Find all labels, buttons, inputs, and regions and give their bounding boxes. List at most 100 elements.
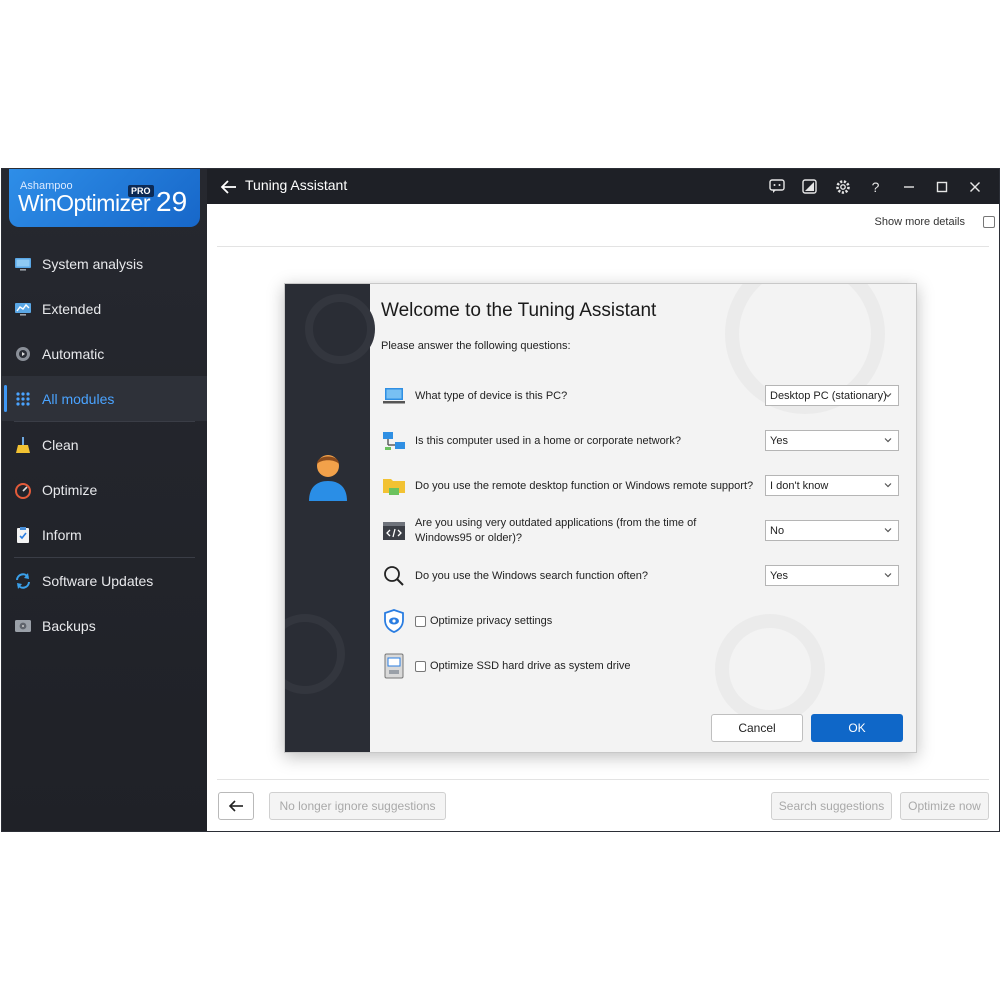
show-details-checkbox[interactable] [983,216,995,228]
sidebar: Ashampoo WinOptimizer PRO 29 System anal… [2,169,207,831]
search-function-select[interactable]: Yes [765,565,899,586]
select-value: Yes [770,569,788,582]
check-row: Optimize privacy settings [381,604,901,638]
code-window-icon [381,518,407,544]
question-row: Is this computer used in a home or corpo… [381,424,901,458]
dialog-side-panel [285,284,375,752]
ssd-checkbox-row[interactable]: Optimize SSD hard drive as system drive [415,649,755,683]
ssd-icon [381,653,407,679]
sidebar-item-label: Extended [42,300,102,317]
select-value: No [770,524,785,537]
cancel-button[interactable]: Cancel [711,714,803,742]
monitor-icon [14,255,32,273]
ssd-checkbox[interactable] [415,660,426,672]
speedometer-icon [14,481,32,499]
sidebar-nav: System analysis Extended Automatic All m… [2,241,207,648]
select-value: I don't know [770,479,829,492]
check-row: Optimize SSD hard drive as system drive [381,649,901,683]
clipboard-check-icon [14,526,32,544]
show-details-label: Show more details [874,216,966,228]
search-icon [381,563,407,589]
tuning-assistant-dialog: Welcome to the Tuning Assistant Please a… [284,283,917,753]
feedback-icon[interactable] [760,169,793,204]
chevron-down-icon [884,573,892,578]
skin-icon[interactable] [793,169,826,204]
privacy-shield-icon [381,608,407,634]
sidebar-item-system-analysis[interactable]: System analysis [2,241,207,286]
settings-gear-icon[interactable] [826,169,859,204]
chevron-down-icon [884,528,892,533]
sidebar-item-label: Inform [42,526,82,543]
maximize-icon[interactable] [925,169,958,204]
title-bar-controls: ? [760,169,991,204]
ok-button[interactable]: OK [811,714,903,742]
refresh-icon [14,572,32,590]
question-row: What type of device is this PC? Desktop … [381,379,901,413]
dialog-title: Welcome to the Tuning Assistant [381,300,657,321]
background-gear [305,294,375,364]
logo-version: 29 [156,186,188,217]
sidebar-item-label: Automatic [42,345,105,362]
sidebar-item-label: Software Updates [42,572,154,589]
sidebar-item-optimize[interactable]: Optimize [2,467,207,512]
show-details-toggle[interactable]: Show more details [874,216,995,228]
sidebar-item-label: All modules [42,390,115,407]
device-type-select[interactable]: Desktop PC (stationary) [765,385,899,406]
back-arrow-icon[interactable] [219,177,239,197]
grid-dots-icon [14,390,32,408]
sidebar-item-label: Backups [42,617,96,634]
sidebar-item-inform[interactable]: Inform [2,512,207,557]
broom-icon [14,436,32,454]
question-row: Are you using very outdated applications… [381,514,901,548]
logo-pro-badge: PRO [128,185,154,197]
chevron-down-icon [884,393,892,398]
privacy-checkbox-row[interactable]: Optimize privacy settings [415,604,755,638]
outdated-apps-select[interactable]: No [765,520,899,541]
chart-monitor-icon [14,300,32,318]
question-text: What type of device is this PC? [415,389,568,402]
network-icon [381,428,407,454]
sidebar-item-software-updates[interactable]: Software Updates [2,558,207,603]
sidebar-item-extended[interactable]: Extended [2,286,207,331]
sidebar-item-label: System analysis [42,255,144,272]
remote-desktop-select[interactable]: I don't know [765,475,899,496]
chevron-down-icon [884,483,892,488]
app-logo[interactable]: Ashampoo WinOptimizer PRO 29 [9,169,200,227]
help-icon[interactable]: ? [859,169,892,204]
checkbox-label: Optimize privacy settings [430,614,553,627]
footer-back-button[interactable] [218,792,254,820]
privacy-checkbox[interactable] [415,615,426,627]
laptop-icon [381,383,407,409]
checkbox-label: Optimize SSD hard drive as system drive [430,659,631,672]
user-avatar-icon [305,449,351,506]
page-title: Tuning Assistant [245,177,348,193]
question-text: Do you use the Windows search function o… [415,569,648,582]
question-row: Do you use the remote desktop function o… [381,469,901,503]
chevron-down-icon [884,438,892,443]
sidebar-item-label: Optimize [42,481,98,498]
divider [217,246,989,247]
title-bar: Tuning Assistant ? [207,169,999,204]
drive-icon [14,617,32,635]
gear-play-icon [14,345,32,363]
optimize-now-button[interactable]: Optimize now [900,792,989,820]
select-value: Desktop PC (stationary) [770,389,887,402]
divider [217,779,989,780]
minimize-icon[interactable] [892,169,925,204]
sidebar-item-all-modules[interactable]: All modules [2,376,207,421]
sidebar-item-automatic[interactable]: Automatic [2,331,207,376]
sidebar-item-backups[interactable]: Backups [2,603,207,648]
select-value: Yes [770,434,788,447]
background-gear [285,614,345,694]
question-text: Are you using very outdated applications… [415,517,697,544]
sidebar-item-clean[interactable]: Clean [2,422,207,467]
question-text: Do you use the remote desktop function o… [415,479,754,492]
dialog-subtitle: Please answer the following questions: [381,340,571,352]
close-icon[interactable] [958,169,991,204]
folder-remote-icon [381,473,407,499]
sidebar-item-label: Clean [42,436,79,453]
network-select[interactable]: Yes [765,430,899,451]
search-suggestions-button[interactable]: Search suggestions [771,792,892,820]
back-arrow-icon [228,800,243,812]
no-longer-ignore-button[interactable]: No longer ignore suggestions [269,792,446,820]
